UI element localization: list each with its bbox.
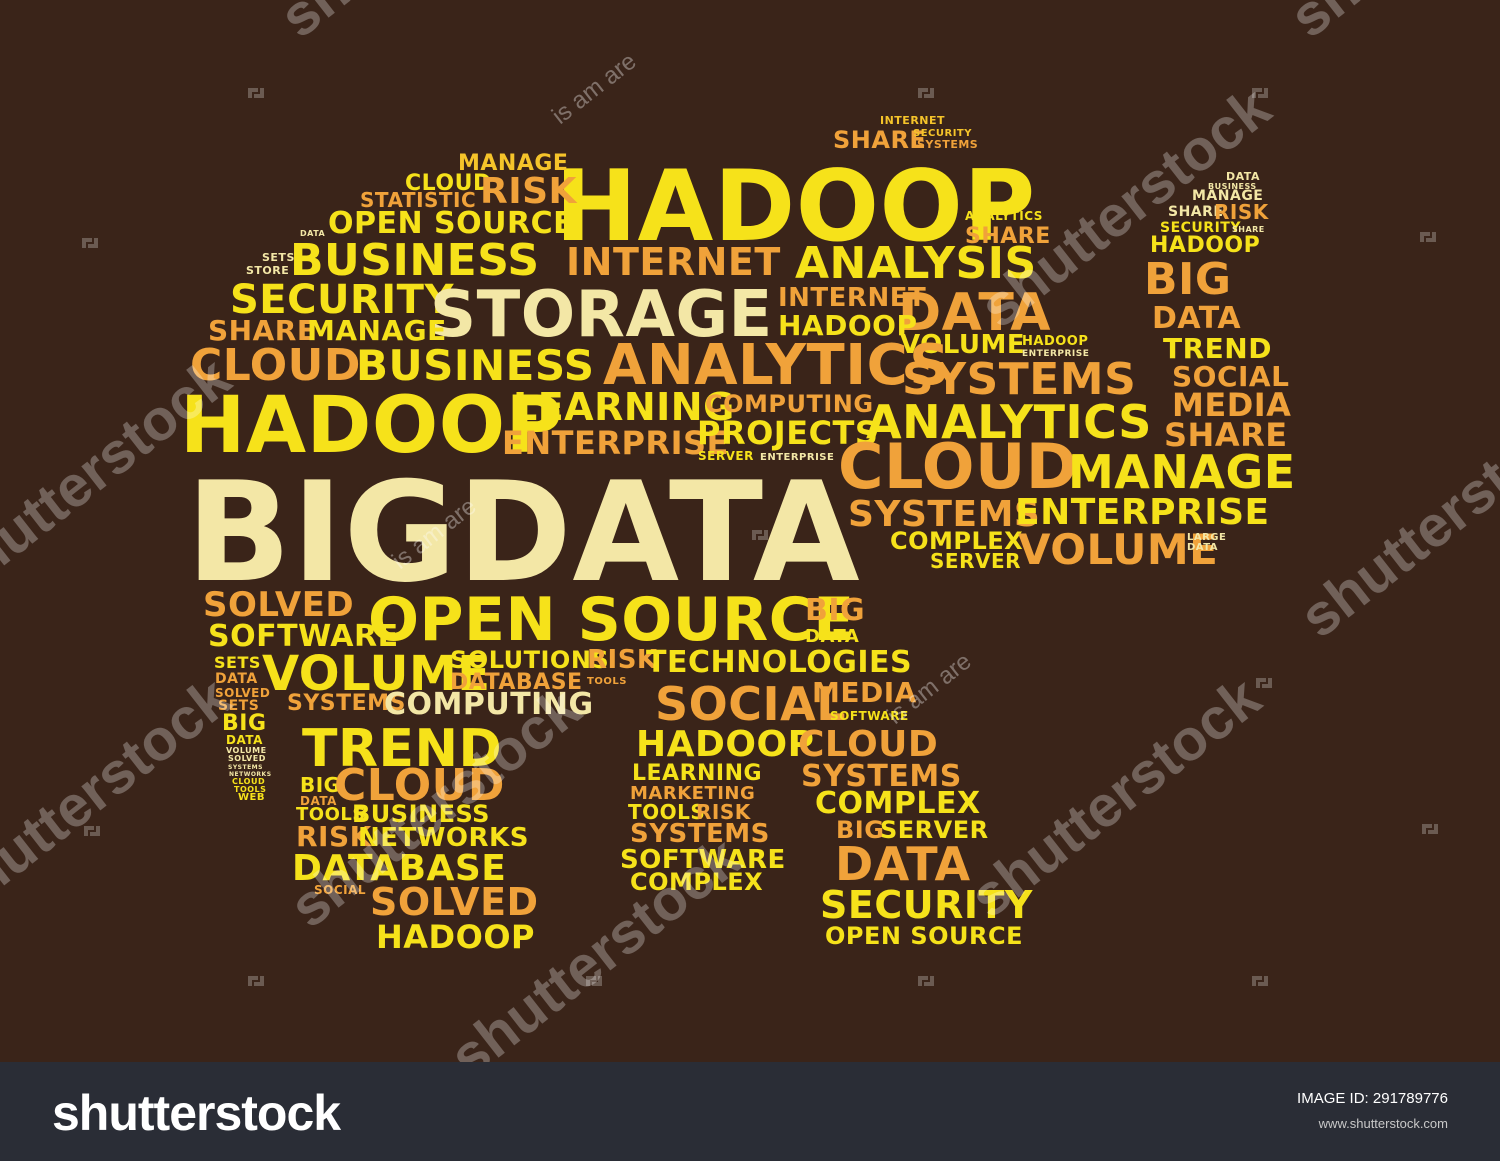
word-cloud-artwork: HADOOP INTERNET SHARE SECURITY SYSTEMS MANAGE… xyxy=(0,0,1500,1062)
image-id: IMAGE ID: 291789776 xyxy=(1297,1090,1448,1107)
watermark-brand: shutterstock xyxy=(0,664,243,930)
word-server: SERVER xyxy=(930,549,1021,573)
word-sets: SETS xyxy=(214,653,261,672)
word-web: WEB xyxy=(238,792,265,803)
word-hadoop: HADOOP xyxy=(636,724,814,765)
image-id-label: IMAGE ID: xyxy=(1297,1090,1369,1107)
elephant-word-cloud: HADOOPINTERNETSHARESECURITYSYSTEMSMANAGE… xyxy=(0,0,1500,1062)
word-hadoop: HADOOP xyxy=(1022,334,1088,349)
watermark-brand: shutterstock xyxy=(1288,384,1500,650)
word-data: DATA xyxy=(215,671,258,687)
word-open-source: OPEN SOURCE xyxy=(825,922,1023,950)
watermark-brand: shutterstock xyxy=(0,0,253,30)
word-hadoop: HADOOP xyxy=(376,918,535,956)
watermark-brand: shutterstock xyxy=(268,0,583,50)
word-share: SHARE xyxy=(1164,416,1288,454)
site-url[interactable]: www.shutterstock.com xyxy=(1319,1116,1448,1131)
word-technologies: TECHNOLOGIES xyxy=(646,645,912,680)
word-data: DATA xyxy=(1152,301,1241,336)
word-systems: SYSTEMS xyxy=(228,764,263,771)
watermark-brand: shutterstock xyxy=(1278,0,1500,50)
word-data: DATA xyxy=(805,626,859,647)
shutterstock-logo[interactable]: shutterstock xyxy=(52,1084,341,1142)
word-data: DATA xyxy=(226,733,263,747)
watermark-brand: shutterstock xyxy=(958,664,1273,930)
image-id-value: 291789776 xyxy=(1372,1090,1448,1107)
word-big: BIG xyxy=(1144,254,1232,305)
word-store: STORE xyxy=(246,264,289,277)
word-tools: TOOLS xyxy=(587,676,627,687)
word-big: BIG xyxy=(805,593,865,628)
word-solved: SOLVED xyxy=(228,754,266,763)
stock-footer-bar: shutterstock IMAGE ID: 291789776 www.shu… xyxy=(0,1062,1500,1161)
word-data: DATA xyxy=(1187,542,1218,553)
watermark-tag: is am are xyxy=(547,48,641,130)
word-systems: SYSTEMS xyxy=(917,138,978,151)
word-analytics: ANALYTICS xyxy=(965,209,1043,223)
